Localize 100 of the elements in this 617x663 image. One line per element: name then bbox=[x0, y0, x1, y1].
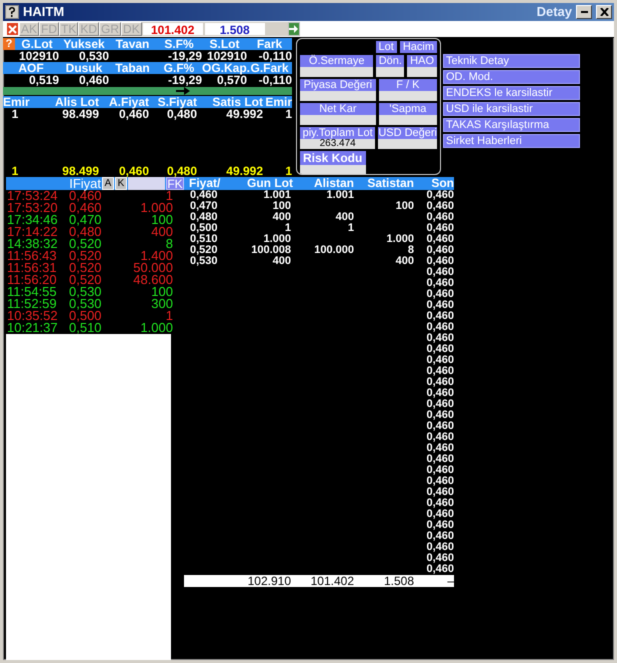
quantity-field[interactable]: 1.508 bbox=[204, 22, 266, 36]
table-cell-text: 100 bbox=[394, 201, 414, 212]
column-header: G.Lot bbox=[20, 38, 54, 50]
table-cell-text: 0,460 bbox=[78, 74, 109, 86]
table-cell-text: 100.000 bbox=[313, 245, 354, 256]
table-cell-text: 0,460 bbox=[425, 267, 454, 278]
column-header: IFiyat bbox=[68, 177, 101, 190]
lot-cell-text: 100 bbox=[151, 286, 173, 298]
table-cell-text: 0,460 bbox=[118, 108, 149, 120]
table-cell-text: 100.008 bbox=[250, 245, 291, 256]
column-header: Son bbox=[430, 177, 454, 190]
lot-cell-text: 1 bbox=[166, 190, 173, 202]
table-cell-text: 0,460 bbox=[190, 190, 218, 201]
table-cell-text: 0,460 bbox=[425, 245, 454, 256]
column-header: Satis Lot bbox=[211, 96, 263, 108]
help-button[interactable]: ? bbox=[3, 38, 15, 50]
table-cell-text: 1 bbox=[284, 108, 292, 120]
price-cell-text: 0,520 bbox=[69, 274, 103, 286]
time-cell-text: 17:14:22 bbox=[7, 226, 59, 238]
menu-item[interactable]: ENDEKS le karsilastir bbox=[443, 86, 580, 100]
column-header: Emir bbox=[264, 96, 292, 108]
price-cell-text: 0,460 bbox=[69, 202, 103, 214]
column-header: AOF bbox=[17, 62, 45, 74]
column-header: Satistan bbox=[366, 177, 414, 190]
lot-cell-text: 50.000 bbox=[132, 262, 173, 274]
table-cell-text: 0,460 bbox=[425, 311, 454, 322]
menu-item[interactable]: OD. Mod. bbox=[443, 70, 580, 84]
toggle-button[interactable]: Hacim bbox=[400, 41, 437, 53]
menu-item[interactable]: Teknik Detay bbox=[443, 54, 580, 68]
table-cell-text: 0,460 bbox=[425, 520, 454, 531]
table-cell-text: 0,460 bbox=[425, 234, 454, 245]
table-cell-text: 0,460 bbox=[425, 476, 454, 487]
close-button[interactable] bbox=[596, 5, 612, 19]
close-icon bbox=[8, 24, 17, 34]
value-field bbox=[378, 91, 437, 101]
time-cell-text: 17:53:24 bbox=[7, 190, 59, 202]
price-cell-text: 0,480 bbox=[69, 226, 103, 238]
table-cell-text: 0,530 bbox=[78, 50, 109, 62]
window-title: HAITM bbox=[23, 6, 64, 18]
lot-cell-text: 1 bbox=[166, 310, 173, 322]
field-label: Risk Kodu bbox=[300, 151, 366, 165]
column-header: A.Fiyat bbox=[108, 96, 149, 108]
go-button[interactable] bbox=[288, 22, 300, 36]
toggle-button[interactable]: Lot bbox=[376, 41, 397, 53]
total-cell-text: 0,460 bbox=[118, 165, 149, 177]
price-cell-text: 0,530 bbox=[69, 286, 103, 298]
table-cell-text: -0,110 bbox=[258, 74, 292, 86]
field-label: Ö.Sermaye bbox=[300, 55, 374, 67]
sort-button[interactable]: A bbox=[102, 177, 114, 190]
sort-button[interactable]: K bbox=[115, 177, 127, 190]
menu-item[interactable]: TAKAS Karşılaştırma bbox=[443, 118, 580, 132]
blank-field[interactable] bbox=[266, 22, 288, 36]
menu-item[interactable]: USD ile karsilastir bbox=[443, 102, 580, 116]
table-cell-text: 0,460 bbox=[425, 421, 454, 432]
filter-button[interactable]: FK bbox=[166, 177, 184, 190]
time-cell-text: 11:56:43 bbox=[7, 250, 58, 262]
table-cell-text: 0,520 bbox=[189, 245, 219, 256]
column-header: S.Lot bbox=[208, 38, 240, 50]
column-header: Alistan bbox=[312, 177, 354, 190]
table-cell-text: 0,460 bbox=[425, 542, 454, 553]
lot-cell-text: 1.000 bbox=[139, 322, 173, 334]
lot-cell-text: 48.600 bbox=[132, 274, 173, 286]
time-cell-text: 17:53:20 bbox=[7, 202, 59, 214]
table-cell-text: 0,460 bbox=[425, 498, 454, 509]
minimize-button[interactable] bbox=[576, 5, 592, 19]
arrow-icon bbox=[289, 25, 298, 33]
lot-cell-text: 100 bbox=[151, 214, 173, 226]
table-cell-text: 0,470 bbox=[189, 201, 219, 212]
table-cell-text: 0,460 bbox=[425, 223, 454, 234]
total-cell-text: 1.508 bbox=[382, 575, 414, 587]
table-cell-text: 1.001 bbox=[262, 190, 291, 201]
menu-item[interactable]: Sirket Haberleri bbox=[443, 134, 580, 148]
table-cell-text: 0,500 bbox=[189, 223, 219, 234]
total-cell-text: 98.499 bbox=[61, 165, 99, 177]
lot-cell-text: 400 bbox=[150, 226, 173, 238]
table-cell-text: 0,460 bbox=[425, 333, 454, 344]
field-label: HAO bbox=[407, 55, 437, 67]
price-cell-text: 0,460 bbox=[69, 190, 103, 202]
total-cell-text: – bbox=[446, 575, 454, 587]
value-field bbox=[407, 67, 437, 77]
column-header: Dusuk bbox=[64, 62, 102, 74]
price-field[interactable]: 101.402 bbox=[142, 22, 204, 36]
value-field: 263.474 bbox=[300, 139, 376, 149]
table-cell-text: 0,460 bbox=[425, 564, 454, 575]
table-cell-text: 0,460 bbox=[425, 322, 454, 333]
column-header: Fiyat/ bbox=[189, 177, 222, 190]
table-cell-text: 102910 bbox=[18, 50, 59, 62]
filter-field[interactable] bbox=[128, 177, 165, 190]
table-cell-text: 0,460 bbox=[425, 366, 454, 377]
table-cell-text: 0,460 bbox=[425, 190, 454, 201]
table-cell-text: 0,519 bbox=[28, 74, 59, 86]
price-cell-text: 0,530 bbox=[69, 298, 103, 310]
lot-cell-text: 1.000 bbox=[139, 202, 173, 214]
total-cell-text: 101.402 bbox=[310, 575, 354, 587]
table-cell-text: 8 bbox=[406, 245, 414, 256]
window-subtitle: Detay bbox=[536, 6, 572, 18]
table-cell-text: 0,460 bbox=[425, 377, 454, 388]
price-cell-text: 0,520 bbox=[69, 238, 103, 250]
arrow-icon bbox=[176, 87, 190, 95]
table-cell-text: 0,460 bbox=[425, 487, 454, 498]
